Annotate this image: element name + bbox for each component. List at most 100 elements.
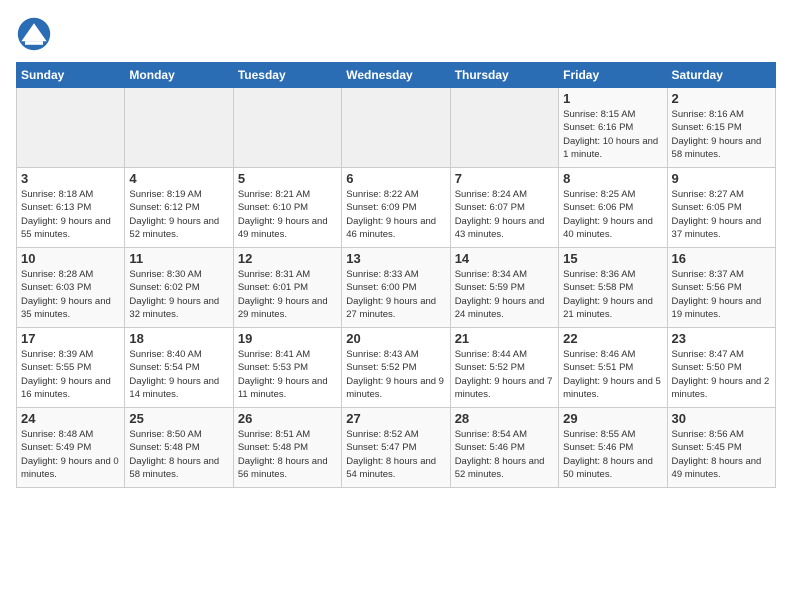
- calendar-cell: 21 Sunrise: 8:44 AM Sunset: 5:52 PM Dayli…: [450, 328, 558, 408]
- calendar-cell: 16 Sunrise: 8:37 AM Sunset: 5:56 PM Dayli…: [667, 248, 775, 328]
- weekday-header: Sunday: [17, 63, 125, 88]
- day-number: 9: [672, 171, 771, 186]
- calendar-cell: 28 Sunrise: 8:54 AM Sunset: 5:46 PM Dayli…: [450, 408, 558, 488]
- day-number: 30: [672, 411, 771, 426]
- day-number: 7: [455, 171, 554, 186]
- logo: [16, 16, 58, 52]
- day-info: Sunrise: 8:43 AM Sunset: 5:52 PM Dayligh…: [346, 348, 445, 401]
- weekday-header: Saturday: [667, 63, 775, 88]
- calendar-cell: 15Sunrise: 8:36 AM Sunset: 5:58 PM Dayli…: [559, 248, 667, 328]
- day-number: 18: [129, 331, 228, 346]
- day-number: 28: [455, 411, 554, 426]
- day-number: 15: [563, 251, 662, 266]
- day-number: 16: [672, 251, 771, 266]
- day-number: 5: [238, 171, 337, 186]
- day-info: Sunrise: 8:41 AM Sunset: 5:53 PM Dayligh…: [238, 348, 337, 401]
- day-info: Sunrise: 8:16 AM Sunset: 6:15 PM Dayligh…: [672, 108, 771, 161]
- day-info: Sunrise: 8:56 AM Sunset: 5:45 PM Dayligh…: [672, 428, 771, 481]
- day-number: 1: [563, 91, 662, 106]
- calendar-cell: 7 Sunrise: 8:24 AM Sunset: 6:07 PM Daylig…: [450, 168, 558, 248]
- calendar-week: 1 Sunrise: 8:15 AM Sunset: 6:16 PM Daylig…: [17, 88, 776, 168]
- day-info: Sunrise: 8:44 AM Sunset: 5:52 PM Dayligh…: [455, 348, 554, 401]
- day-info: Sunrise: 8:50 AM Sunset: 5:48 PM Dayligh…: [129, 428, 228, 481]
- calendar-cell: 20 Sunrise: 8:43 AM Sunset: 5:52 PM Dayli…: [342, 328, 450, 408]
- day-info: Sunrise: 8:27 AM Sunset: 6:05 PM Dayligh…: [672, 188, 771, 241]
- calendar-cell: 26 Sunrise: 8:51 AM Sunset: 5:48 PM Dayli…: [233, 408, 341, 488]
- day-number: 23: [672, 331, 771, 346]
- day-number: 11: [129, 251, 228, 266]
- calendar-cell: 30 Sunrise: 8:56 AM Sunset: 5:45 PM Dayli…: [667, 408, 775, 488]
- day-info: Sunrise: 8:31 AM Sunset: 6:01 PM Dayligh…: [238, 268, 337, 321]
- day-info: Sunrise: 8:18 AM Sunset: 6:13 PM Dayligh…: [21, 188, 120, 241]
- day-number: 4: [129, 171, 228, 186]
- day-info: Sunrise: 8:52 AM Sunset: 5:47 PM Dayligh…: [346, 428, 445, 481]
- day-info: Sunrise: 8:54 AM Sunset: 5:46 PM Dayligh…: [455, 428, 554, 481]
- calendar-cell: 4 Sunrise: 8:19 AM Sunset: 6:12 PM Daylig…: [125, 168, 233, 248]
- calendar-cell: 17 Sunrise: 8:39 AM Sunset: 5:55 PM Dayli…: [17, 328, 125, 408]
- day-number: 20: [346, 331, 445, 346]
- day-info: Sunrise: 8:47 AM Sunset: 5:50 PM Dayligh…: [672, 348, 771, 401]
- calendar-cell: 2Sunrise: 8:16 AM Sunset: 6:15 PM Daylig…: [667, 88, 775, 168]
- calendar: SundayMondayTuesdayWednesdayThursdayFrid…: [16, 62, 776, 488]
- day-info: Sunrise: 8:25 AM Sunset: 6:06 PM Dayligh…: [563, 188, 662, 241]
- day-info: Sunrise: 8:37 AM Sunset: 5:56 PM Dayligh…: [672, 268, 771, 321]
- calendar-cell: 5 Sunrise: 8:21 AM Sunset: 6:10 PM Daylig…: [233, 168, 341, 248]
- day-number: 29: [563, 411, 662, 426]
- day-number: 24: [21, 411, 120, 426]
- calendar-cell: 6 Sunrise: 8:22 AM Sunset: 6:09 PM Daylig…: [342, 168, 450, 248]
- day-info: Sunrise: 8:48 AM Sunset: 5:49 PM Dayligh…: [21, 428, 120, 481]
- day-number: 8: [563, 171, 662, 186]
- day-number: 25: [129, 411, 228, 426]
- weekday-header: Wednesday: [342, 63, 450, 88]
- day-info: Sunrise: 8:22 AM Sunset: 6:09 PM Dayligh…: [346, 188, 445, 241]
- calendar-cell: [233, 88, 341, 168]
- day-info: Sunrise: 8:46 AM Sunset: 5:51 PM Dayligh…: [563, 348, 662, 401]
- calendar-cell: 23 Sunrise: 8:47 AM Sunset: 5:50 PM Dayli…: [667, 328, 775, 408]
- calendar-cell: 24 Sunrise: 8:48 AM Sunset: 5:49 PM Dayli…: [17, 408, 125, 488]
- calendar-cell: 1 Sunrise: 8:15 AM Sunset: 6:16 PM Daylig…: [559, 88, 667, 168]
- calendar-week: 10Sunrise: 8:28 AM Sunset: 6:03 PM Dayli…: [17, 248, 776, 328]
- day-info: Sunrise: 8:30 AM Sunset: 6:02 PM Dayligh…: [129, 268, 228, 321]
- day-info: Sunrise: 8:39 AM Sunset: 5:55 PM Dayligh…: [21, 348, 120, 401]
- weekday-header: Tuesday: [233, 63, 341, 88]
- calendar-cell: 9 Sunrise: 8:27 AM Sunset: 6:05 PM Daylig…: [667, 168, 775, 248]
- calendar-cell: [17, 88, 125, 168]
- calendar-cell: [450, 88, 558, 168]
- calendar-cell: 3 Sunrise: 8:18 AM Sunset: 6:13 PM Daylig…: [17, 168, 125, 248]
- weekday-header: Friday: [559, 63, 667, 88]
- calendar-week: 3 Sunrise: 8:18 AM Sunset: 6:13 PM Daylig…: [17, 168, 776, 248]
- calendar-cell: 14Sunrise: 8:34 AM Sunset: 5:59 PM Dayli…: [450, 248, 558, 328]
- day-info: Sunrise: 8:24 AM Sunset: 6:07 PM Dayligh…: [455, 188, 554, 241]
- logo-icon: [16, 16, 52, 52]
- day-number: 21: [455, 331, 554, 346]
- page: SundayMondayTuesdayWednesdayThursdayFrid…: [0, 0, 792, 612]
- day-info: Sunrise: 8:33 AM Sunset: 6:00 PM Dayligh…: [346, 268, 445, 321]
- calendar-cell: 27 Sunrise: 8:52 AM Sunset: 5:47 PM Dayli…: [342, 408, 450, 488]
- day-number: 22: [563, 331, 662, 346]
- calendar-cell: 19 Sunrise: 8:41 AM Sunset: 5:53 PM Dayli…: [233, 328, 341, 408]
- day-number: 19: [238, 331, 337, 346]
- day-number: 27: [346, 411, 445, 426]
- calendar-week: 24 Sunrise: 8:48 AM Sunset: 5:49 PM Dayli…: [17, 408, 776, 488]
- day-number: 3: [21, 171, 120, 186]
- calendar-cell: [342, 88, 450, 168]
- calendar-week: 17 Sunrise: 8:39 AM Sunset: 5:55 PM Dayli…: [17, 328, 776, 408]
- day-number: 26: [238, 411, 337, 426]
- day-info: Sunrise: 8:55 AM Sunset: 5:46 PM Dayligh…: [563, 428, 662, 481]
- weekday-header: Thursday: [450, 63, 558, 88]
- day-number: 14: [455, 251, 554, 266]
- calendar-cell: 12Sunrise: 8:31 AM Sunset: 6:01 PM Dayli…: [233, 248, 341, 328]
- day-info: Sunrise: 8:19 AM Sunset: 6:12 PM Dayligh…: [129, 188, 228, 241]
- day-info: Sunrise: 8:15 AM Sunset: 6:16 PM Dayligh…: [563, 108, 662, 161]
- weekday-header: Monday: [125, 63, 233, 88]
- calendar-cell: 29 Sunrise: 8:55 AM Sunset: 5:46 PM Dayli…: [559, 408, 667, 488]
- calendar-cell: 25 Sunrise: 8:50 AM Sunset: 5:48 PM Dayli…: [125, 408, 233, 488]
- day-info: Sunrise: 8:28 AM Sunset: 6:03 PM Dayligh…: [21, 268, 120, 321]
- day-info: Sunrise: 8:21 AM Sunset: 6:10 PM Dayligh…: [238, 188, 337, 241]
- day-number: 6: [346, 171, 445, 186]
- day-number: 17: [21, 331, 120, 346]
- day-info: Sunrise: 8:51 AM Sunset: 5:48 PM Dayligh…: [238, 428, 337, 481]
- calendar-cell: 13 Sunrise: 8:33 AM Sunset: 6:00 PM Dayli…: [342, 248, 450, 328]
- day-number: 13: [346, 251, 445, 266]
- calendar-cell: 11 Sunrise: 8:30 AM Sunset: 6:02 PM Dayli…: [125, 248, 233, 328]
